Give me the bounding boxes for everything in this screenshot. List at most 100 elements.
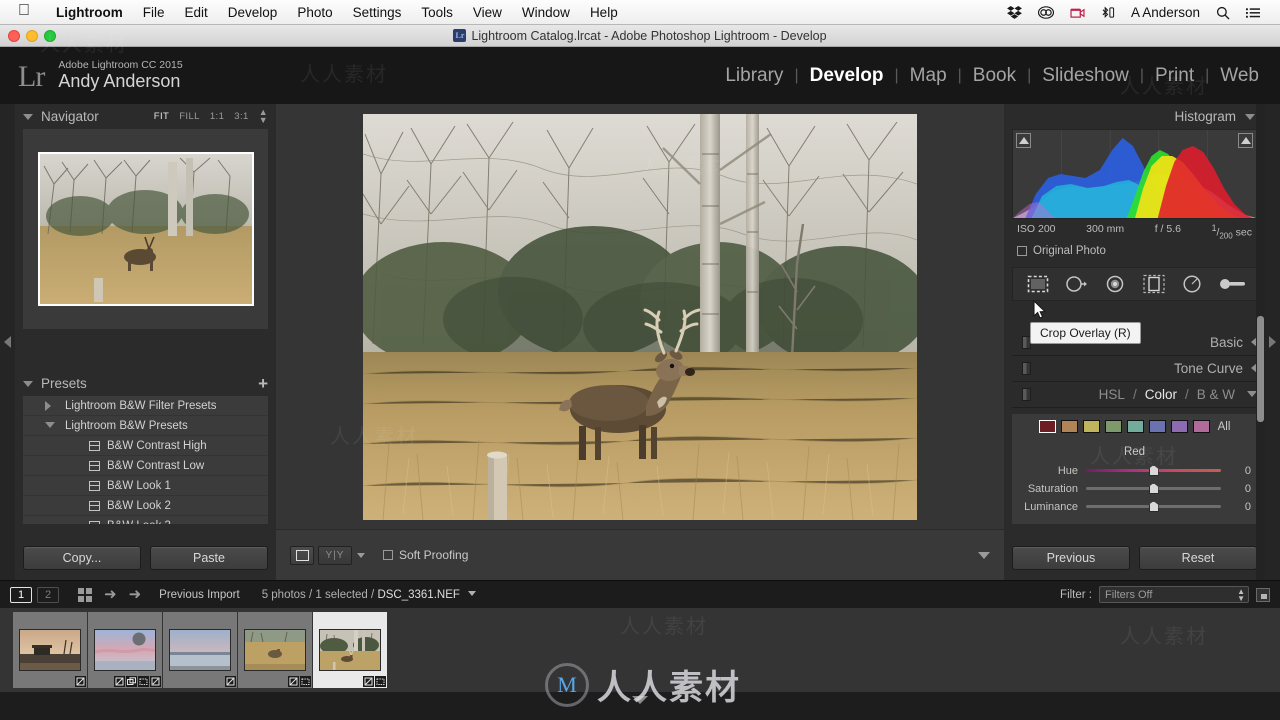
minimize-window-button[interactable] [26, 30, 38, 42]
crop-badge[interactable] [114, 676, 125, 687]
right-panel-collapse-handle[interactable] [1265, 104, 1280, 580]
source-breadcrumb[interactable]: Previous Import [159, 589, 240, 601]
grid-badge[interactable] [138, 676, 149, 687]
right-panel-scrollbar[interactable] [1256, 104, 1265, 580]
menu-item-file[interactable]: File [133, 5, 175, 20]
filmstrip-thumbnail-5[interactable] [313, 612, 387, 688]
screen-recording-icon[interactable] [1062, 7, 1093, 19]
preset-item-bw-look-2[interactable]: B&W Look 2 [23, 496, 268, 516]
crop-overlay-tool[interactable] [1025, 273, 1051, 295]
shadow-clipping-icon[interactable] [1016, 133, 1031, 148]
identity-plate[interactable]: Adobe Lightroom CC 2015 Andy Anderson [58, 59, 182, 92]
saturation-slider-knob[interactable] [1148, 483, 1159, 495]
module-book[interactable]: Book [962, 65, 1027, 87]
chevron-down-icon[interactable] [632, 696, 648, 704]
swatch-green[interactable] [1104, 420, 1122, 434]
module-print[interactable]: Print [1144, 65, 1205, 87]
hsl-tab-hsl[interactable]: HSL [1099, 387, 1125, 402]
grid-view-icon[interactable] [78, 587, 92, 602]
module-map[interactable]: Map [899, 65, 958, 87]
swatch-all-button[interactable]: All [1218, 421, 1231, 433]
main-photo[interactable] [363, 113, 917, 520]
luminance-slider-track[interactable] [1086, 501, 1221, 513]
thumbnail-badges[interactable] [288, 676, 311, 687]
panel-switch-hsl[interactable] [1022, 387, 1031, 401]
navigator-header[interactable]: Navigator FIT FILL 1:1 3:1 ▲ ▼ [15, 104, 276, 129]
preset-group-bw-presets[interactable]: Lightroom B&W Presets [23, 416, 268, 436]
hue-slider-track[interactable] [1086, 465, 1221, 477]
paste-button[interactable]: Paste [150, 546, 268, 570]
panel-switch-tone-curve[interactable] [1022, 361, 1031, 375]
presets-list[interactable]: Lightroom B&W Filter Presets Lightroom B… [23, 396, 268, 524]
screen-2-button[interactable]: 2 [37, 586, 59, 603]
module-library[interactable]: Library [714, 65, 794, 87]
lightroom-logo-icon[interactable]: Lr [18, 61, 45, 92]
red-eye-correction-tool[interactable] [1102, 273, 1128, 295]
copy-button[interactable]: Copy... [23, 546, 141, 570]
hsl-slider-saturation[interactable]: Saturation 0 [1012, 480, 1257, 498]
menu-bar-user[interactable]: A Anderson [1123, 5, 1208, 20]
swatch-magenta[interactable] [1192, 420, 1210, 434]
original-photo-toggle[interactable]: Original Photo [1012, 241, 1257, 261]
panel-header-tone-curve[interactable]: Tone Curve [1012, 356, 1257, 382]
stack-badge[interactable] [126, 676, 137, 687]
reset-button[interactable]: Reset [1139, 546, 1257, 570]
menu-item-lightroom[interactable]: Lightroom [46, 5, 133, 20]
filter-flag-icon[interactable] [1256, 587, 1270, 602]
zoom-1-1-button[interactable]: 1:1 [210, 111, 224, 122]
preset-item-bw-look-3[interactable]: B&W Look 3 [23, 516, 268, 524]
swatch-purple[interactable] [1170, 420, 1188, 434]
dropbox-icon[interactable] [999, 6, 1030, 19]
back-arrow-icon[interactable]: ➜ [104, 587, 117, 602]
photo-stage[interactable] [276, 104, 1004, 529]
menu-item-help[interactable]: Help [580, 5, 628, 20]
close-window-button[interactable] [8, 30, 20, 42]
zoom-fit-button[interactable]: FIT [154, 111, 169, 122]
menu-item-edit[interactable]: Edit [175, 5, 218, 20]
menu-item-window[interactable]: Window [512, 5, 580, 20]
filmstrip-thumbnail-2[interactable] [88, 612, 162, 688]
adjustment-brush-tool[interactable] [1218, 273, 1245, 295]
luminance-slider-knob[interactable] [1148, 501, 1159, 513]
swatch-yellow[interactable] [1082, 420, 1100, 434]
menu-item-view[interactable]: View [463, 5, 512, 20]
swatch-orange[interactable] [1060, 420, 1078, 434]
filter-select[interactable]: Filters Off ▲ ▼ [1099, 586, 1249, 603]
module-slideshow[interactable]: Slideshow [1031, 65, 1140, 87]
left-panel-collapse-handle[interactable] [0, 104, 15, 580]
creative-cloud-icon[interactable] [1030, 6, 1062, 19]
histogram-graph[interactable] [1012, 129, 1257, 219]
module-develop[interactable]: Develop [799, 65, 895, 87]
soft-proofing-checkbox[interactable] [383, 550, 393, 560]
crop-badge[interactable] [75, 676, 86, 687]
crop-badge[interactable] [225, 676, 236, 687]
loupe-view-icon[interactable] [290, 545, 314, 565]
chevron-down-icon[interactable] [1245, 113, 1255, 120]
swatch-aqua[interactable] [1126, 420, 1144, 434]
chevron-down-icon[interactable] [23, 380, 33, 387]
chevron-right-icon[interactable] [45, 400, 51, 411]
crop-badge[interactable] [288, 676, 299, 687]
forward-arrow-icon[interactable]: ➜ [129, 587, 142, 602]
preset-group-bw-filter[interactable]: Lightroom B&W Filter Presets [23, 396, 268, 416]
hsl-slider-hue[interactable]: Hue 0 [1012, 462, 1257, 480]
swatch-red[interactable] [1038, 420, 1056, 434]
thumbnail-badges[interactable] [225, 676, 236, 687]
thumbnail-badges[interactable] [363, 676, 386, 687]
panel-header-hsl-color-bw[interactable]: HSL / Color / B & W [1012, 382, 1257, 408]
histogram-header[interactable]: Histogram [1004, 104, 1265, 129]
hsl-tab-bw[interactable]: B & W [1197, 387, 1235, 402]
apple-logo-icon[interactable]:  [18, 3, 30, 19]
search-icon[interactable] [1208, 6, 1238, 20]
hue-slider-knob[interactable] [1148, 465, 1159, 477]
adjust-badge[interactable] [150, 676, 161, 687]
chevron-down-icon[interactable] [978, 551, 990, 559]
swatch-blue[interactable] [1148, 420, 1166, 434]
filmstrip-thumbnail-3[interactable] [163, 612, 237, 688]
filmstrip-thumbnail-4[interactable] [238, 612, 312, 688]
preset-item-bw-look-1[interactable]: B&W Look 1 [23, 476, 268, 496]
stepper-arrows-icon[interactable]: ▲ ▼ [1237, 588, 1245, 603]
thumbnail-badges[interactable] [75, 676, 86, 687]
chevron-down-icon[interactable] [45, 422, 55, 428]
soft-proofing-toggle[interactable]: Soft Proofing [383, 548, 468, 562]
